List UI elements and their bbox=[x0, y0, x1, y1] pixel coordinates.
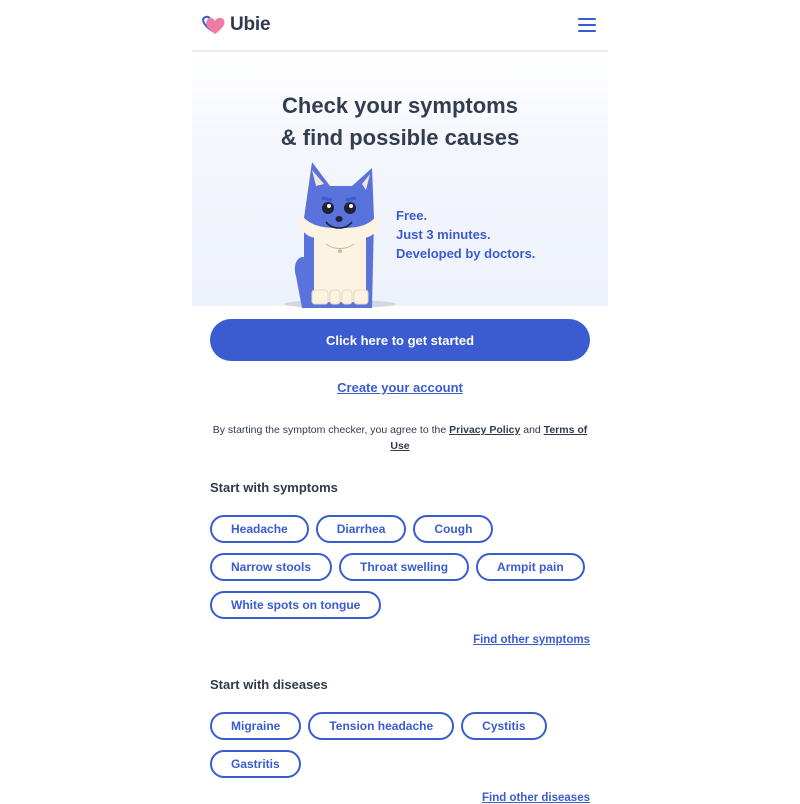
hamburger-menu-icon[interactable] bbox=[578, 18, 596, 32]
symptom-chip[interactable]: Throat swelling bbox=[339, 553, 470, 581]
legal-middle: and bbox=[520, 424, 544, 436]
page: Ubie Check your symptoms & find possible… bbox=[192, 0, 608, 804]
find-other-diseases-link[interactable]: Find other diseases bbox=[482, 792, 590, 804]
privacy-policy-link[interactable]: Privacy Policy bbox=[449, 424, 520, 436]
disease-chip[interactable]: Migraine bbox=[210, 712, 302, 740]
legal-prefix: By starting the symptom checker, you agr… bbox=[212, 424, 450, 436]
hero-title: Check your symptoms & find possible caus… bbox=[192, 90, 608, 154]
disease-chip[interactable]: Gastritis bbox=[210, 750, 301, 778]
logo[interactable]: Ubie bbox=[202, 14, 271, 36]
symptom-chip[interactable]: Diarrhea bbox=[315, 515, 407, 543]
hero-title-line-1: Check your symptoms bbox=[282, 93, 518, 118]
symptom-chip[interactable]: Headache bbox=[210, 515, 309, 543]
tagline-free: Free. bbox=[396, 208, 428, 223]
tagline: Free. Just 3 minutes. Developed by docto… bbox=[396, 206, 535, 263]
disease-chip[interactable]: Cystitis bbox=[461, 712, 547, 740]
symptoms-section-title: Start with symptoms bbox=[210, 480, 338, 495]
diseases-section-title: Start with diseases bbox=[210, 677, 328, 692]
header: Ubie bbox=[192, 0, 608, 52]
create-account-link[interactable]: Create your account bbox=[192, 380, 608, 395]
get-started-button[interactable]: Click here to get started bbox=[210, 319, 590, 361]
disease-chips: Migraine Tension headache Cystitis Gastr… bbox=[210, 712, 590, 778]
symptom-chips: Headache Diarrhea Cough Narrow stools Th… bbox=[210, 515, 590, 619]
symptom-chip[interactable]: Cough bbox=[413, 515, 494, 543]
symptom-chip[interactable]: White spots on tongue bbox=[210, 591, 382, 619]
symptom-chip[interactable]: Narrow stools bbox=[210, 553, 333, 581]
brand-name: Ubie bbox=[230, 14, 271, 35]
find-other-symptoms-link[interactable]: Find other symptoms bbox=[473, 634, 590, 646]
husky-mascot-icon bbox=[284, 162, 396, 308]
tagline-duration: Just 3 minutes. bbox=[396, 227, 491, 242]
disease-chip[interactable]: Tension headache bbox=[308, 712, 455, 740]
tagline-doctors: Developed by doctors. bbox=[396, 246, 536, 261]
legal-notice: By starting the symptom checker, you agr… bbox=[210, 422, 590, 454]
hero-section: Check your symptoms & find possible caus… bbox=[192, 52, 608, 308]
hero-title-line-2: & find possible causes bbox=[280, 125, 520, 150]
symptom-chip[interactable]: Armpit pain bbox=[476, 553, 585, 581]
heart-logo-icon bbox=[202, 15, 225, 34]
